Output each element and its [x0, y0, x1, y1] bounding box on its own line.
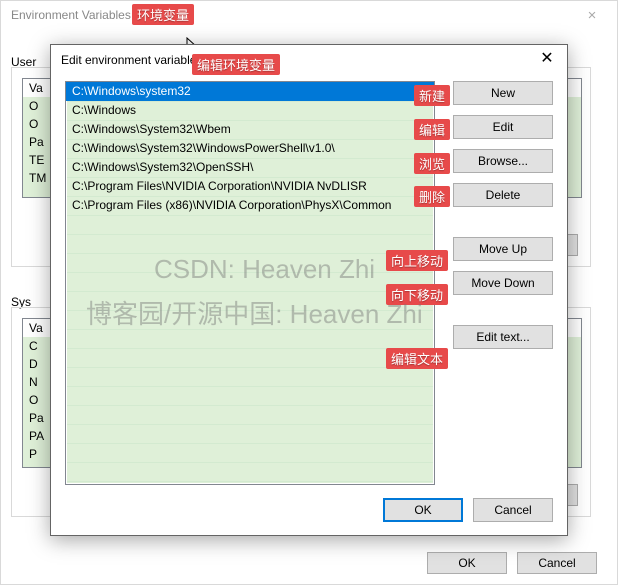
path-entry[interactable]: C:\Windows\system32 [66, 82, 434, 101]
modal-title-bar: Edit environment variable ✕ [51, 45, 567, 75]
modal-ok-button[interactable]: OK [383, 498, 463, 522]
modal-cancel-button[interactable]: Cancel [473, 498, 553, 522]
edit-text-button[interactable]: Edit text... [453, 325, 553, 349]
outer-cancel-button[interactable]: Cancel [517, 552, 597, 574]
outer-title-bar: Environment Variables × [1, 1, 617, 29]
modal-title: Edit environment variable [61, 53, 196, 67]
path-entries-list[interactable]: C:\Windows\system32C:\WindowsC:\Windows\… [65, 81, 435, 485]
edit-env-var-dialog: Edit environment variable ✕ C:\Windows\s… [50, 44, 568, 536]
path-entry[interactable]: C:\Windows\System32\Wbem [66, 120, 434, 139]
path-entry[interactable]: C:\Program Files (x86)\NVIDIA Corporatio… [66, 196, 434, 215]
delete-button[interactable]: Delete [453, 183, 553, 207]
browse-button[interactable]: Browse... [453, 149, 553, 173]
path-entry[interactable]: C:\Windows\System32\WindowsPowerShell\v1… [66, 139, 434, 158]
outer-ok-button[interactable]: OK [427, 552, 507, 574]
path-entries-container: C:\Windows\system32C:\WindowsC:\Windows\… [66, 82, 434, 215]
modal-close-button[interactable]: ✕ [527, 45, 567, 75]
path-entry[interactable]: C:\Windows [66, 101, 434, 120]
side-buttons: New Edit Browse... Delete Move Up Move D… [453, 81, 553, 359]
new-button[interactable]: New [453, 81, 553, 105]
outer-title: Environment Variables [11, 8, 131, 22]
edit-button[interactable]: Edit [453, 115, 553, 139]
move-down-button[interactable]: Move Down [453, 271, 553, 295]
move-up-button[interactable]: Move Up [453, 237, 553, 261]
modal-footer: OK Cancel [51, 485, 567, 535]
path-entry[interactable]: C:\Windows\System32\OpenSSH\ [66, 158, 434, 177]
path-entry[interactable]: C:\Program Files\NVIDIA Corporation\NVID… [66, 177, 434, 196]
outer-close-button[interactable]: × [577, 7, 607, 24]
